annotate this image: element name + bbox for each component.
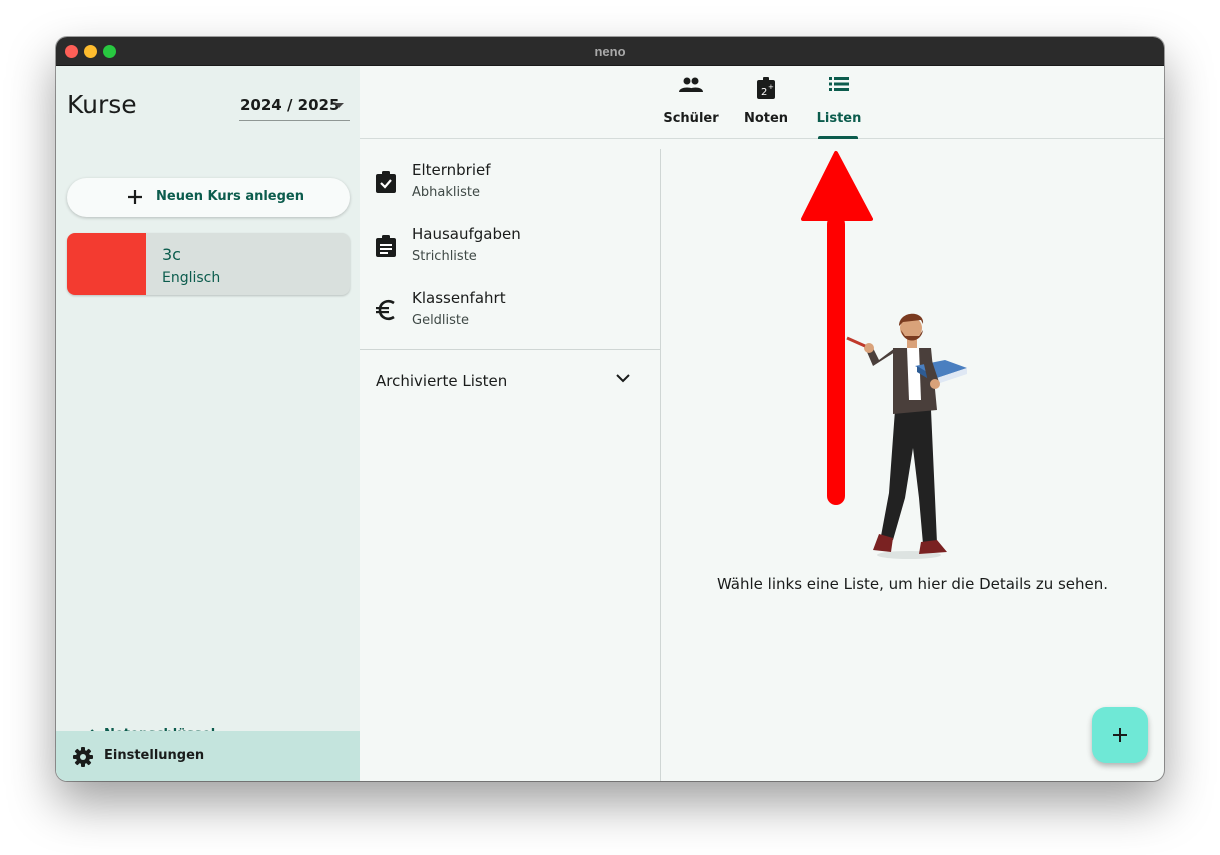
- archived-lists-label: Archivierte Listen: [376, 372, 508, 390]
- euro-icon: [376, 299, 395, 321]
- new-course-label: Neuen Kurs anlegen: [156, 189, 305, 204]
- tab-students-label: Schüler: [663, 111, 719, 126]
- course-name: 3c: [162, 245, 181, 264]
- sidebar-title: Kurse: [67, 90, 137, 119]
- svg-text:2: 2: [761, 87, 767, 98]
- new-course-button[interactable]: Neuen Kurs anlegen: [67, 178, 350, 217]
- clipboard-lines-icon: [376, 235, 396, 257]
- school-year-value: 2024 / 2025: [240, 96, 340, 114]
- tab-grades-label: Noten: [743, 111, 789, 126]
- add-list-button[interactable]: [1092, 707, 1148, 763]
- list-item[interactable]: Hausaufgaben Strichliste: [360, 218, 660, 282]
- empty-state-message: Wähle links eine Liste, um hier die Deta…: [716, 575, 1109, 593]
- grade-icon: 2 +: [757, 77, 775, 99]
- detail-pane: Wähle links eine Liste, um hier die Deta…: [661, 139, 1164, 781]
- tab-students[interactable]: Schüler: [663, 66, 719, 139]
- list-name: Elternbrief: [412, 161, 491, 179]
- list-type: Strichliste: [412, 249, 477, 264]
- settings-link[interactable]: Einstellungen: [56, 731, 360, 781]
- plus-icon: [128, 190, 142, 204]
- tab-bar: Schüler 2 + Noten Listen: [360, 66, 1164, 139]
- window-title: neno: [594, 44, 626, 59]
- gear-icon: [73, 747, 93, 767]
- settings-label: Einstellungen: [104, 748, 205, 763]
- tab-lists[interactable]: Listen: [815, 66, 863, 139]
- course-card[interactable]: 3c Englisch: [67, 233, 350, 295]
- course-color-swatch: [67, 233, 146, 295]
- list-type: Abhakliste: [412, 185, 480, 200]
- tab-lists-label: Listen: [816, 111, 862, 126]
- teacher-illustration: [846, 313, 967, 559]
- svg-text:+: +: [768, 83, 774, 91]
- plus-icon: [1113, 728, 1127, 742]
- list-name: Klassenfahrt: [412, 289, 506, 307]
- caret-down-icon: [334, 103, 344, 108]
- list-icon: [829, 77, 849, 91]
- list-divider: [360, 349, 660, 350]
- list-name: Hausaufgaben: [412, 225, 521, 243]
- lists-pane: Elternbrief Abhakliste Hausaufgaben Stri…: [360, 139, 660, 781]
- school-year-select[interactable]: 2024 / 2025: [239, 94, 350, 121]
- list-item[interactable]: Elternbrief Abhakliste: [360, 154, 660, 218]
- sidebar: Kurse 2024 / 2025 Neuen Kurs anlegen 3c …: [56, 66, 360, 781]
- archived-lists-toggle[interactable]: Archivierte Listen: [360, 361, 660, 401]
- title-bar: neno: [56, 37, 1164, 66]
- clipboard-check-icon: [376, 171, 396, 193]
- chevron-down-icon: [616, 374, 630, 383]
- people-icon: [679, 77, 703, 92]
- app-window: neno Kurse 2024 / 2025 Neuen Kurs anlege…: [56, 37, 1164, 781]
- tab-grades[interactable]: 2 + Noten: [743, 66, 789, 139]
- course-subject: Englisch: [162, 270, 221, 286]
- list-type: Geldliste: [412, 313, 470, 328]
- list-item[interactable]: Klassenfahrt Geldliste: [360, 282, 660, 346]
